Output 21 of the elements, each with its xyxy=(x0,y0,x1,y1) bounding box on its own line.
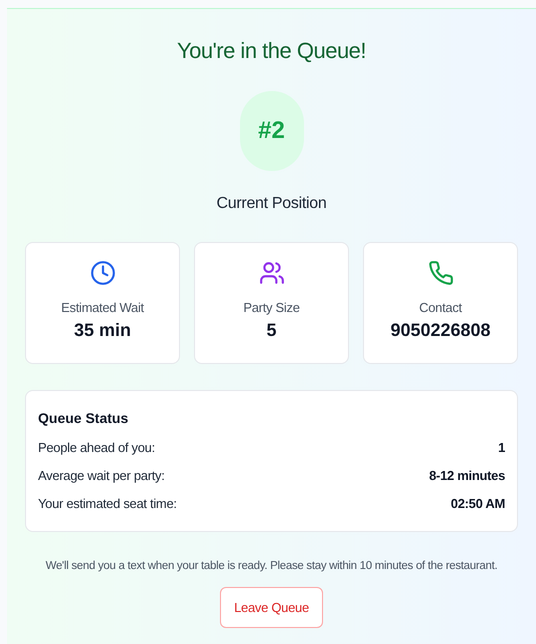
position-number: #2 xyxy=(258,116,285,146)
phone-icon xyxy=(428,260,454,286)
status-label: Average wait per party: xyxy=(38,467,165,485)
page-title: You're in the Queue! xyxy=(176,37,366,65)
position-label: Current Position xyxy=(216,194,326,214)
users-icon xyxy=(258,260,284,286)
stat-value: 9050226808 xyxy=(390,319,491,342)
stat-label: Party Size xyxy=(243,299,300,317)
stat-label: Contact xyxy=(419,299,462,317)
info-note: We'll send you a text when your table is ready. Please stay within 10 minutes of the restaurant. xyxy=(46,559,498,574)
stat-value: 5 xyxy=(266,319,276,342)
status-value: 02:50 AM xyxy=(450,495,505,513)
stat-label: Estimated Wait xyxy=(61,299,144,317)
status-value: 1 xyxy=(498,439,505,457)
status-value: 8-12 minutes xyxy=(429,467,505,485)
status-label: Your estimated seat time: xyxy=(38,495,177,513)
stat-value: 35 min xyxy=(74,319,132,342)
status-label: People ahead of you: xyxy=(38,439,155,457)
clock-icon xyxy=(90,260,116,286)
queue-status-title: Queue Status xyxy=(38,409,130,428)
leave-queue-button[interactable]: Leave Queue xyxy=(220,587,323,628)
